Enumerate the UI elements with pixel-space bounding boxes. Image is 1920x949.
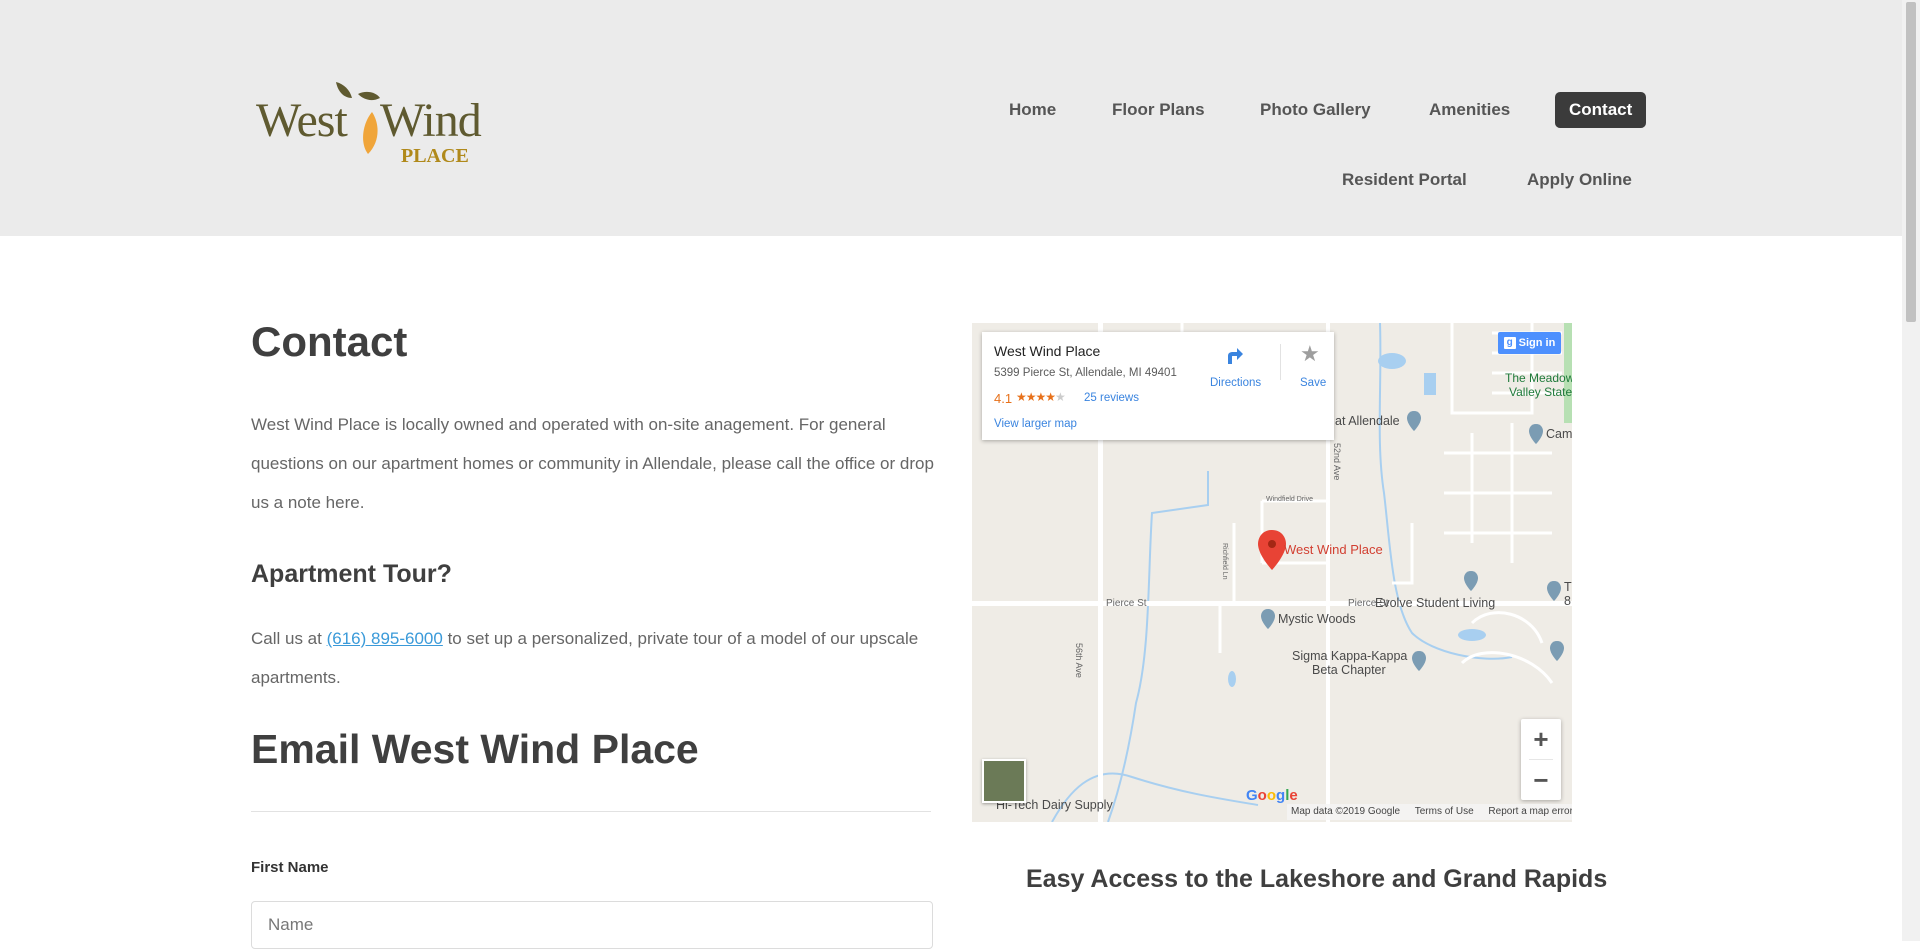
tour-heading: Apartment Tour?: [251, 560, 452, 588]
map-label-richfield: Richfield Ln: [1221, 543, 1228, 580]
google-logo-letter: G: [1246, 787, 1258, 804]
first-name-label: First Name: [251, 859, 329, 876]
tour-paragraph: Call us at (616) 895-6000 to set up a pe…: [251, 619, 941, 697]
google-logo-letter: o: [1266, 787, 1277, 804]
map-label-meadows-1[interactable]: The Meadow: [1505, 371, 1572, 385]
google-logo-letter: g: [1276, 787, 1286, 804]
report-map-error-link[interactable]: Report a map error: [1488, 806, 1572, 817]
terms-of-use-link[interactable]: Terms of Use: [1415, 806, 1474, 817]
nav-resident-portal[interactable]: Resident Portal: [1342, 170, 1467, 190]
google-g-icon: g: [1503, 337, 1516, 350]
intro-paragraph: West Wind Place is locally owned and ope…: [251, 415, 934, 512]
site-header: West Wind PLACE Home Floor Plans Photo G…: [0, 0, 1902, 236]
map-label-meadows-2[interactable]: Valley State: [1509, 385, 1572, 399]
place-info-card: West Wind Place 5399 Pierce St, Allendal…: [982, 332, 1334, 440]
stars-filled: ★★★★: [1016, 390, 1056, 404]
google-logo: Google: [1246, 787, 1298, 804]
zoom-out-button[interactable]: −: [1521, 760, 1561, 800]
nav-photo-gallery[interactable]: Photo Gallery: [1260, 100, 1371, 120]
map-label-pierce-st-west: Pierce St: [1106, 598, 1147, 609]
access-heading: Easy Access to the Lakeshore and Grand R…: [1026, 865, 1608, 893]
page-scrollbar[interactable]: [1902, 0, 1920, 941]
rating-stars: ★★★★★: [1016, 390, 1066, 404]
reviews-link[interactable]: 25 reviews: [1084, 392, 1139, 404]
place-rating: 4.1: [994, 391, 1013, 406]
zoom-in-button[interactable]: +: [1521, 719, 1561, 759]
map-label-sigma-line-1[interactable]: Sigma Kappa-Kappa: [1292, 649, 1407, 663]
tour-text-prefix: Call us at: [251, 629, 327, 648]
directions-link[interactable]: Directions: [1210, 377, 1261, 389]
map-label-allendale[interactable]: at Allendale: [1335, 414, 1400, 428]
google-logo-letter: o: [1257, 787, 1267, 804]
map-label-west-wind[interactable]: West Wind Place: [1284, 542, 1383, 557]
google-map-embed[interactable]: West Wind Place Mystic Woods Sigma Kappa…: [972, 323, 1572, 822]
google-logo-letter: e: [1289, 787, 1298, 804]
map-label-cam[interactable]: Cam: [1546, 427, 1572, 441]
map-label-pierce-st-east: Pierce St: [1348, 598, 1389, 609]
nav-contact[interactable]: Contact: [1555, 92, 1647, 128]
svg-text:PLACE: PLACE: [401, 145, 469, 167]
scrollbar-thumb[interactable]: [1906, 2, 1916, 322]
map-label-8-right[interactable]: 8: [1564, 594, 1571, 608]
satellite-view-toggle[interactable]: [982, 759, 1026, 803]
card-separator: [1280, 344, 1281, 380]
email-heading: Email West Wind Place: [251, 726, 699, 772]
map-label-52nd-ave: 52nd Ave: [1332, 443, 1342, 481]
phone-link[interactable]: (616) 895-6000: [327, 629, 443, 648]
stars-empty: ★: [1055, 390, 1066, 404]
page-title: Contact: [251, 318, 408, 365]
west-wind-place-logo[interactable]: West Wind PLACE: [256, 78, 506, 170]
map-label-56th-ave: 56th Ave: [1074, 643, 1084, 678]
nav-floor-plans[interactable]: Floor Plans: [1112, 100, 1205, 120]
map-label-evolve[interactable]: Evolve Student Living: [1375, 596, 1495, 610]
place-name: West Wind Place: [994, 343, 1101, 359]
map-label-mystic-woods[interactable]: Mystic Woods: [1278, 612, 1356, 626]
nav-home[interactable]: Home: [1009, 100, 1056, 120]
map-label-windfield: Windfield Drive: [1266, 496, 1314, 503]
svg-text:West: West: [256, 94, 348, 147]
place-address: 5399 Pierce St, Allendale, MI 49401: [994, 367, 1177, 379]
svg-text:Wind: Wind: [380, 94, 482, 147]
first-name-input[interactable]: [251, 901, 933, 949]
map-footer: Map data ©2019 Google Terms of Use Repor…: [1287, 804, 1572, 820]
nav-amenities[interactable]: Amenities: [1429, 100, 1510, 120]
map-label-t-right[interactable]: T: [1564, 580, 1572, 594]
view-larger-map-link[interactable]: View larger map: [994, 418, 1077, 430]
map-sign-in-button[interactable]: g Sign in: [1498, 332, 1561, 354]
map-data-credit: Map data ©2019 Google: [1291, 806, 1401, 817]
map-zoom-control: + −: [1521, 719, 1561, 800]
sign-in-label: Sign in: [1518, 337, 1556, 349]
directions-icon[interactable]: [1222, 344, 1244, 366]
save-link[interactable]: Save: [1300, 377, 1326, 389]
map-label-sigma-line-2[interactable]: Beta Chapter: [1312, 663, 1386, 677]
section-divider: [251, 811, 931, 812]
save-star-icon[interactable]: ★: [1300, 341, 1320, 367]
nav-apply-online[interactable]: Apply Online: [1527, 170, 1632, 190]
